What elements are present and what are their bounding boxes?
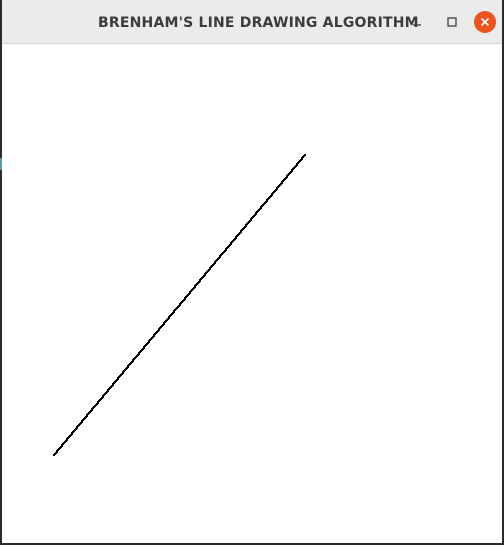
minimize-button[interactable]: [406, 11, 428, 33]
close-icon: [481, 18, 489, 26]
minimize-icon: [413, 24, 421, 26]
maximize-button[interactable]: [441, 11, 463, 33]
maximize-icon: [447, 17, 457, 27]
app-window: BRENHAM'S LINE DRAWING ALGORITHM: [0, 0, 504, 545]
window-title: BRENHAM'S LINE DRAWING ALGORITHM: [98, 15, 419, 31]
close-button[interactable]: [474, 11, 496, 33]
bresenham-line: [53, 154, 306, 456]
drawing-canvas[interactable]: [2, 44, 502, 543]
title-bar[interactable]: BRENHAM'S LINE DRAWING ALGORITHM: [2, 0, 502, 44]
canvas-svg: [53, 154, 306, 456]
